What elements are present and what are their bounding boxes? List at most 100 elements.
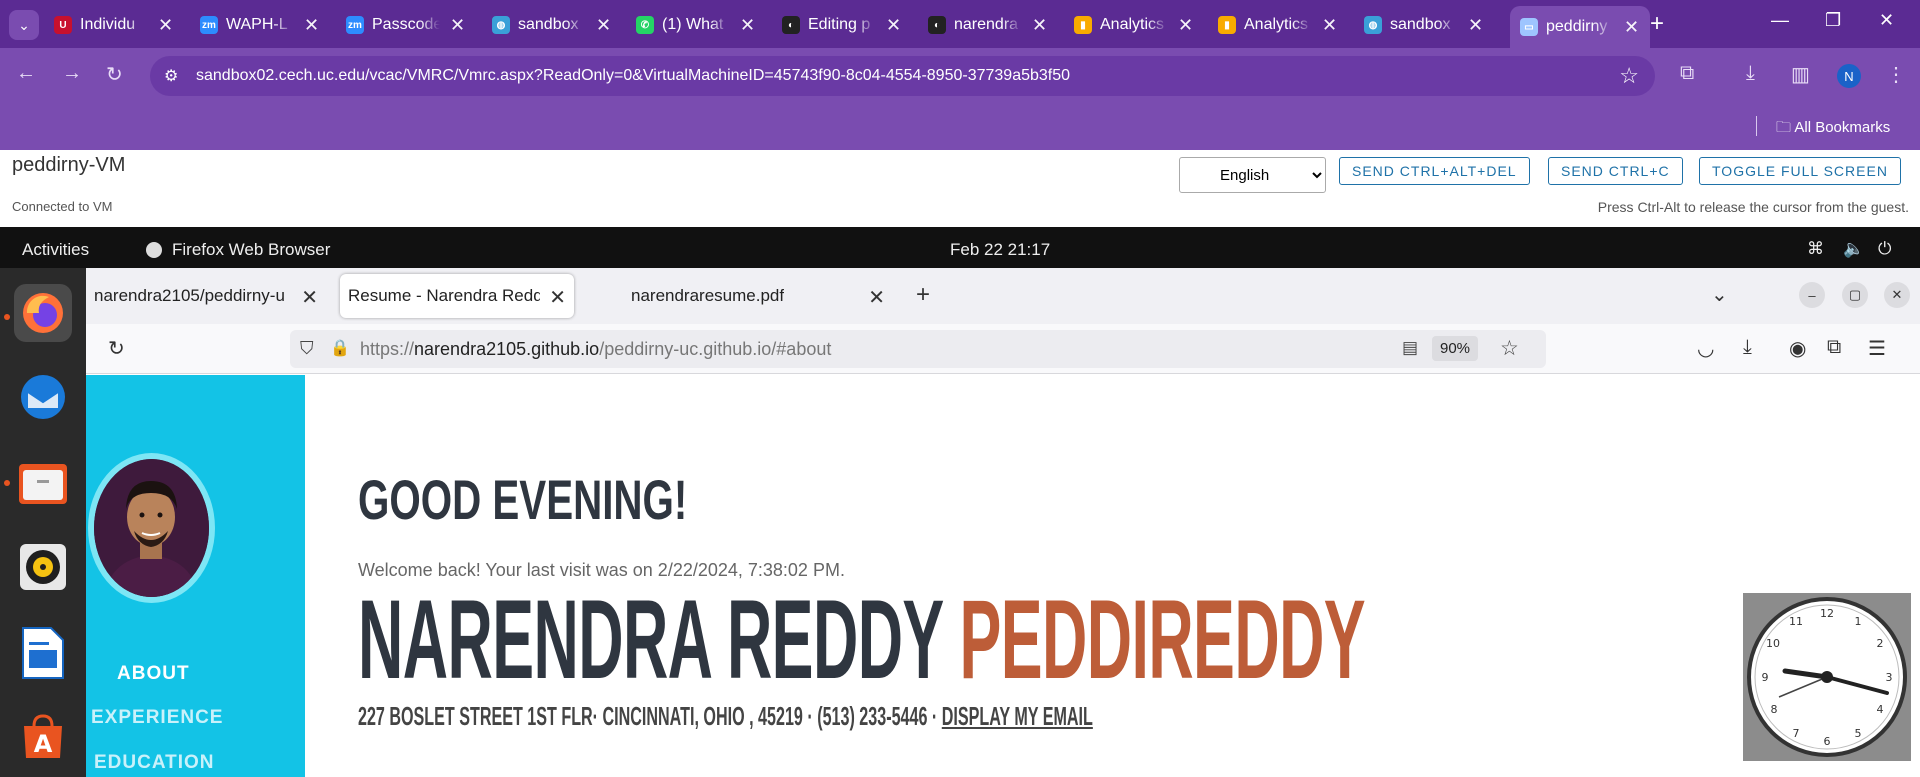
power-icon[interactable]: ⏻ [1878, 239, 1891, 259]
nav-link-education[interactable]: EDUCATION [94, 752, 215, 774]
app-center-dock-icon[interactable]: A [14, 708, 72, 766]
close-tab-icon[interactable]: ✕ [1032, 15, 1047, 36]
browser-tab-title: peddirny [1546, 18, 1608, 35]
firefox-tab-title: narendraresume.pdf [631, 286, 785, 305]
cursor-release-hint: Press Ctrl-Alt to release the cursor fro… [1597, 199, 1909, 215]
account-icon[interactable]: ◉ [1789, 336, 1806, 361]
browser-tab[interactable]: ▮ Analytics ✕ [1218, 10, 1337, 40]
reload-icon[interactable]: ↻ [108, 336, 125, 361]
browser-tab-title: Editing p [808, 16, 871, 33]
date-time[interactable]: Feb 22 21:17 [950, 240, 1050, 260]
network-icon[interactable]: ⌘ [1807, 239, 1824, 259]
send-ctrl-c-button[interactable]: SEND CTRL+C [1548, 157, 1683, 185]
close-tab-icon[interactable]: ✕ [549, 285, 566, 310]
site-info-icon[interactable]: ⚙ [164, 66, 178, 86]
thunderbird-dock-icon[interactable] [14, 368, 72, 426]
browser-tab-active[interactable]: ▭ peddirny ✕ [1510, 6, 1650, 48]
forward-arrow-icon[interactable]: → [62, 62, 82, 85]
close-tab-icon[interactable]: ✕ [450, 15, 465, 36]
close-tab-icon[interactable]: ✕ [1468, 15, 1483, 36]
browser-tab-title: WAPH-L [226, 16, 288, 33]
address-bar[interactable]: ⚙ sandbox02.cech.uc.edu/vcac/VMRC/Vmrc.a… [150, 56, 1655, 96]
downloads-icon[interactable]: ⤓ [1743, 336, 1752, 359]
firefox-tab[interactable]: narendraresume.pdf ✕ [623, 274, 893, 318]
reader-view-icon[interactable]: ▤ [1402, 338, 1418, 358]
firefox-tab-title: Resume - Narendra Reddy Pe [348, 286, 540, 305]
browser-tab[interactable]: zm Passcode ✕ [346, 10, 465, 40]
browser-tab-title: sandbox [1390, 16, 1451, 33]
restore-window-icon[interactable]: ❐ [1825, 10, 1841, 31]
tab-search-chevron-icon[interactable]: ⌄ [9, 10, 39, 40]
display-email-link[interactable]: DISPLAY MY EMAIL [942, 701, 1093, 731]
close-tab-icon[interactable]: ✕ [1322, 15, 1337, 36]
new-tab-button[interactable]: + [1650, 10, 1664, 38]
contact-line: 227 BOSLET STREET 1ST FLR· CINCINNATI, O… [358, 701, 1093, 732]
hamburger-menu-icon[interactable]: ☰ [1868, 336, 1886, 361]
minimize-icon[interactable]: – [1799, 282, 1825, 308]
all-bookmarks-label: All Bookmarks [1794, 119, 1891, 136]
close-window-icon[interactable]: ✕ [1879, 10, 1894, 31]
browser-tab[interactable]: ◍ sandbox ✕ [1364, 10, 1483, 40]
files-dock-icon[interactable] [14, 454, 72, 512]
lock-icon[interactable]: 🔒 [330, 338, 350, 358]
language-select[interactable]: English [1179, 157, 1326, 193]
zoom-level-button[interactable]: 90% [1432, 336, 1479, 361]
firefox-tab[interactable]: narendra2105/peddirny-u ✕ [86, 274, 326, 318]
browser-tab[interactable]: ▮ Analytics ✕ [1074, 10, 1193, 40]
browser-tab-strip: ⌄ U Individu ✕ zm WAPH-L ✕ zm Passcode ✕ ◍ sandbox… [0, 0, 1920, 48]
close-tab-icon[interactable]: ✕ [740, 15, 755, 36]
close-tab-icon[interactable]: ✕ [886, 15, 901, 36]
libreoffice-writer-dock-icon[interactable] [14, 624, 72, 682]
browser-tab[interactable]: ◐ Editing p ✕ [782, 10, 901, 40]
clock-face-icon: 1212 345 678 91011 [1747, 597, 1907, 757]
tracking-protection-shield-icon[interactable]: ⛉ [300, 338, 314, 359]
volume-icon[interactable]: 🔈 [1843, 239, 1864, 259]
back-arrow-icon[interactable]: ← [16, 62, 36, 85]
greeting-heading: GOOD EVENING! [358, 468, 688, 531]
all-bookmarks-button[interactable]: 🗀 All Bookmarks [1776, 117, 1890, 142]
browser-tab[interactable]: U Individu ✕ [54, 10, 173, 40]
browser-tab-title: Analytics [1100, 16, 1165, 33]
activities-button[interactable]: Activities [22, 240, 89, 260]
close-tab-icon[interactable]: ✕ [1178, 15, 1193, 36]
close-icon[interactable]: ✕ [1884, 282, 1910, 308]
browser-tab-title: narendra [954, 16, 1019, 33]
firefox-tab-title: narendra2105/peddirny-u [94, 286, 285, 305]
menu-kebab-icon[interactable]: ⋮ [1886, 62, 1906, 87]
pocket-icon[interactable]: ◡ [1697, 336, 1714, 361]
svg-text:7: 7 [1793, 727, 1800, 740]
extensions-icon[interactable]: ⧉ [1680, 62, 1694, 85]
browser-tab-title: sandbox [518, 16, 579, 33]
firefox-url-bar[interactable]: ⛉ 🔒 https://narendra2105.github.io/peddi… [290, 330, 1546, 368]
profile-avatar[interactable]: N [1837, 64, 1861, 88]
bookmark-star-icon[interactable]: ☆ [1619, 63, 1639, 89]
reload-icon[interactable]: ↻ [106, 62, 123, 87]
nav-link-about[interactable]: ABOUT [117, 663, 190, 685]
firefox-tab-active[interactable]: Resume - Narendra Reddy Pe ✕ [340, 274, 574, 318]
browser-tab[interactable]: ◐ narendra ✕ [928, 10, 1047, 40]
focused-app-name[interactable]: Firefox Web Browser [172, 240, 330, 260]
new-tab-icon[interactable]: + [916, 281, 930, 309]
close-tab-icon[interactable]: ✕ [304, 15, 319, 36]
downloads-icon[interactable]: ⤓ [1746, 62, 1755, 85]
bookmark-star-icon[interactable]: ☆ [1500, 336, 1519, 361]
close-tab-icon[interactable]: ✕ [596, 15, 611, 36]
firefox-dock-icon[interactable] [14, 284, 72, 342]
nav-link-experience[interactable]: EXPERIENCE [91, 707, 223, 729]
close-tab-icon[interactable]: ✕ [158, 15, 173, 36]
list-all-tabs-chevron-icon[interactable]: ⌄ [1711, 282, 1728, 307]
close-tab-icon[interactable]: ✕ [868, 285, 885, 310]
rhythmbox-dock-icon[interactable] [14, 538, 72, 596]
side-panel-icon[interactable]: ▥ [1791, 62, 1810, 87]
close-tab-icon[interactable]: ✕ [301, 285, 318, 310]
browser-tab[interactable]: zm WAPH-L ✕ [200, 10, 319, 40]
browser-tab[interactable]: ◍ sandbox ✕ [492, 10, 611, 40]
browser-tab[interactable]: ✆ (1) What ✕ [636, 10, 755, 40]
send-ctrl-alt-del-button[interactable]: SEND CTRL+ALT+DEL [1339, 157, 1530, 185]
maximize-icon[interactable]: ▢ [1842, 282, 1868, 308]
minimize-window-icon[interactable]: — [1771, 10, 1789, 31]
url-path: /peddirny-uc.github.io/#about [599, 339, 832, 359]
extensions-puzzle-icon[interactable]: ⧉ [1827, 336, 1841, 359]
close-tab-icon[interactable]: ✕ [1624, 17, 1639, 38]
toggle-full-screen-button[interactable]: TOGGLE FULL SCREEN [1699, 157, 1901, 185]
